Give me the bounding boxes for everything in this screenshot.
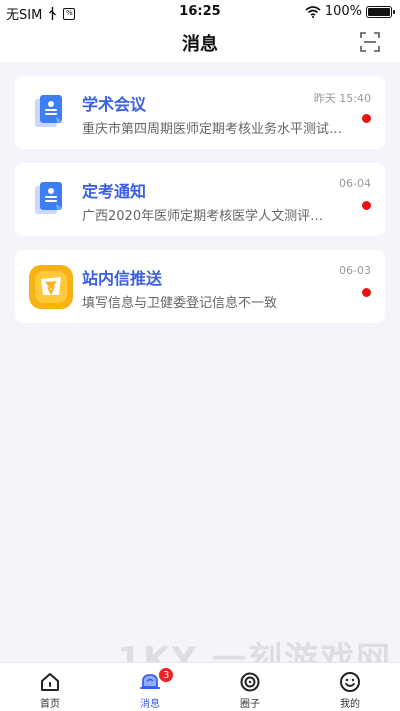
scan-icon[interactable] <box>360 32 380 52</box>
tab-label: 圈子 <box>240 699 260 710</box>
battery-percent: 100% <box>324 4 362 19</box>
document-icon <box>29 178 73 222</box>
message-list: 学术会议 重庆市第四周期医师定期考核业务水平测试… 昨天 15:40 定考通知 … <box>15 76 385 337</box>
message-title: 站内信推送 <box>82 269 163 288</box>
message-title: 学术会议 <box>82 95 147 114</box>
tab-label: 我的 <box>340 699 360 710</box>
message-item-exam-notice[interactable]: 定考通知 广西2020年医师定期考核医学人文测评… 06-04 <box>15 163 385 236</box>
message-item-academic-meeting[interactable]: 学术会议 重庆市第四周期医师定期考核业务水平测试… 昨天 15:40 <box>15 76 385 149</box>
home-icon <box>41 673 59 691</box>
circle-icon <box>240 672 260 692</box>
message-preview: 填写信息与卫健委登记信息不一致 <box>82 296 278 311</box>
smile-icon <box>340 672 360 692</box>
message-preview: 广西2020年医师定期考核医学人文测评… <box>82 209 324 224</box>
unread-dot <box>362 114 371 123</box>
tab-label: 首页 <box>40 699 60 710</box>
unread-count-badge: 3 <box>158 667 175 683</box>
tab-circle[interactable]: 圈子 <box>200 663 300 711</box>
tab-home[interactable]: 首页 <box>0 663 100 711</box>
unread-dot <box>362 288 371 297</box>
tab-bar: 首页 3 消息 圈子 我的 <box>0 662 400 711</box>
message-item-site-mail[interactable]: 站内信推送 填写信息与卫健委登记信息不一致 06-03 <box>15 250 385 323</box>
message-time: 06-03 <box>339 264 371 277</box>
message-preview: 重庆市第四周期医师定期考核业务水平测试… <box>82 122 343 137</box>
unread-dot <box>362 201 371 210</box>
tab-profile[interactable]: 我的 <box>300 663 400 711</box>
wifi-icon <box>305 5 321 18</box>
message-time: 06-04 <box>339 177 371 190</box>
status-bar: 无SIM % 16:25 100% <box>0 0 400 24</box>
status-right: 100% <box>305 4 395 19</box>
battery-icon <box>366 5 395 18</box>
tab-messages[interactable]: 3 消息 <box>100 663 200 711</box>
megaphone-icon <box>29 265 73 309</box>
document-icon <box>29 91 73 135</box>
message-time: 昨天 15:40 <box>313 92 371 105</box>
tab-label: 消息 <box>140 699 160 710</box>
message-title: 定考通知 <box>82 182 147 201</box>
nav-bar: 消息 <box>0 24 400 62</box>
page-title: 消息 <box>182 34 218 55</box>
